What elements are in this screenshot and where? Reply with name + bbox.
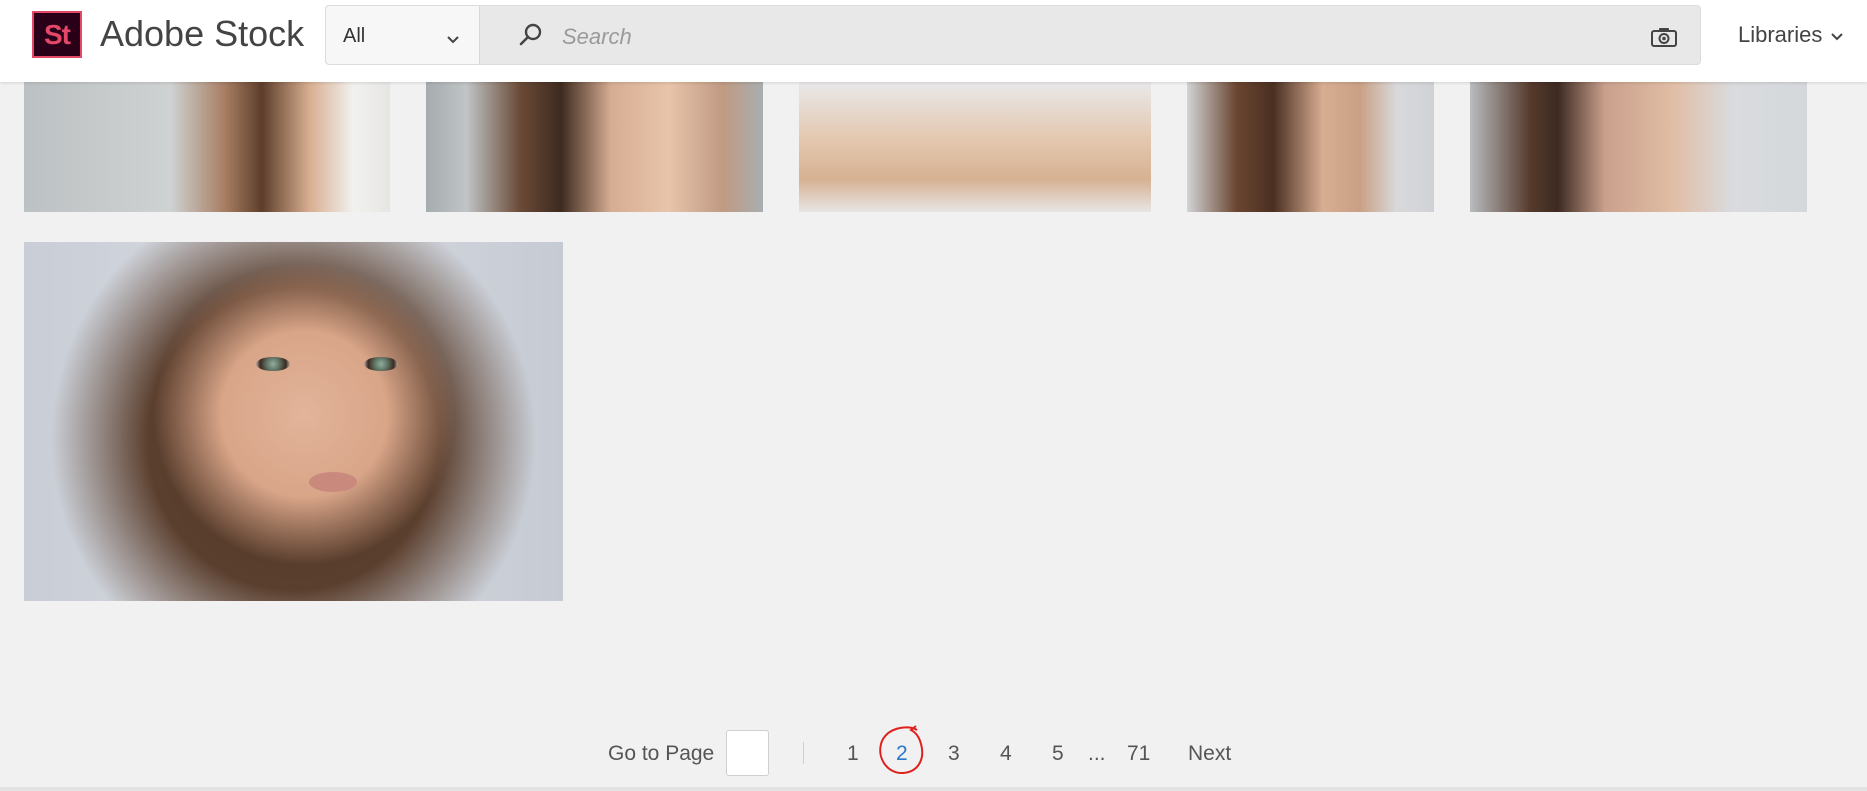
libraries-menu[interactable]: Libraries (1738, 22, 1844, 48)
pagination-ellipsis: ... (1088, 742, 1106, 765)
result-thumbnail[interactable] (24, 242, 563, 601)
goto-page-input[interactable] (726, 730, 769, 776)
page-link-last[interactable]: 71 (1127, 742, 1150, 766)
search-input[interactable]: Search (562, 24, 632, 50)
search-scope-value: All (343, 25, 366, 47)
page-link-1[interactable]: 1 (847, 742, 859, 766)
chevron-down-icon (1830, 22, 1844, 48)
result-thumbnail[interactable] (799, 82, 1151, 212)
page-link-5[interactable]: 5 (1052, 742, 1064, 766)
portrait-eye (364, 357, 398, 371)
camera-icon[interactable] (1650, 26, 1678, 53)
goto-page-label: Go to Page (608, 742, 715, 765)
page-link-3[interactable]: 3 (948, 742, 960, 766)
result-thumbnail[interactable] (24, 82, 390, 212)
search-bar: All Search (325, 5, 1701, 65)
hand-drawn-circle-annotation (879, 725, 924, 775)
next-page-link[interactable]: Next (1188, 742, 1231, 766)
page-link-4[interactable]: 4 (1000, 742, 1012, 766)
libraries-label: Libraries (1738, 22, 1823, 47)
result-thumbnail[interactable] (426, 82, 763, 212)
adobe-stock-logo[interactable]: St (32, 11, 82, 58)
logo-text: St (44, 18, 71, 50)
top-header: St Adobe Stock All Search Libraries (0, 0, 1867, 82)
brand-name[interactable]: Adobe Stock (100, 13, 304, 55)
search-icon[interactable] (518, 22, 544, 53)
chevron-down-icon (446, 28, 460, 51)
result-thumbnail[interactable] (1470, 82, 1807, 212)
portrait-lips (309, 472, 357, 492)
search-scope-dropdown[interactable]: All (326, 6, 480, 64)
portrait-eye (256, 357, 290, 371)
pager-divider (803, 742, 804, 764)
footer-divider (0, 787, 1867, 791)
pagination: Go to Page 1 2 3 4 5 ... 71 Next (0, 725, 1867, 776)
result-thumbnail[interactable] (1187, 82, 1434, 212)
